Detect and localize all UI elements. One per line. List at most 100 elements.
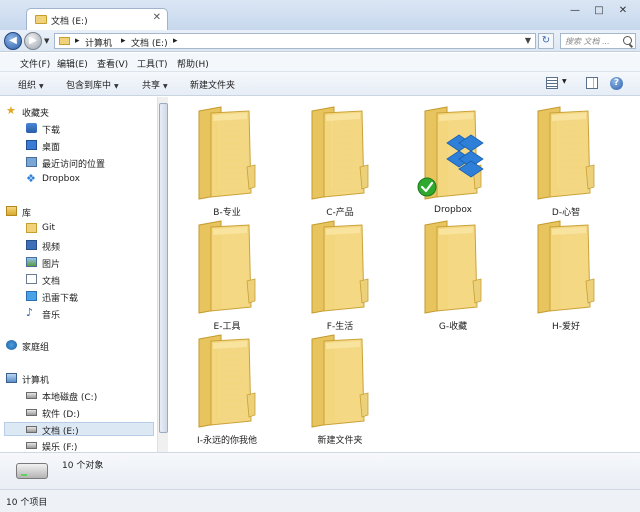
recent-places-icon	[26, 157, 37, 167]
sidebar-item-label: 软件 (D:)	[42, 410, 80, 420]
xunlei-icon	[26, 291, 37, 301]
navigation-bar: ◀ ▶ ▼ ▸ 计算机 ▸ 文档 (E:) ▸ ▼ ↻ 搜索 文档 ...	[0, 30, 640, 52]
file-list: B-专业 C-产品 Dropbox D-心智 E-工具 F-生活 G-收藏 H-爱好 I-永远的…	[169, 97, 640, 452]
download-icon	[26, 123, 37, 133]
folder-label: H-爱好	[551, 322, 580, 332]
new-folder-button[interactable]: 新建文件夹	[190, 78, 235, 91]
details-pane: 10 个对象	[0, 452, 640, 489]
include-in-library-label: 包含到库中	[66, 81, 112, 91]
menu-tools[interactable]: 工具(T)	[137, 57, 168, 70]
folder-icon	[198, 106, 256, 200]
sidebar-item-label: 图片	[42, 260, 61, 270]
computer-icon	[6, 373, 17, 383]
tab-documents-e[interactable]: 文档 (E:) ✕	[26, 8, 168, 30]
address-history-dropdown-icon[interactable]: ▼	[525, 36, 531, 45]
menu-file[interactable]: 文件(F)	[20, 57, 50, 70]
folder-icon	[424, 220, 482, 314]
back-button[interactable]: ◀	[4, 32, 22, 50]
drive-icon	[16, 463, 48, 479]
folder-icon	[537, 220, 595, 314]
folder-item[interactable]: H-爱好	[516, 215, 616, 333]
sidebar-item-label: 家庭组	[22, 343, 50, 353]
command-bar: 组织 ▼ 包含到库中 ▼ 共享 ▼ 新建文件夹 ▼ ?	[0, 72, 640, 96]
chevron-right-icon[interactable]: ▸	[173, 36, 178, 46]
include-in-library-button[interactable]: 包含到库中 ▼	[66, 78, 119, 91]
help-icon[interactable]: ?	[610, 77, 623, 90]
homegroup-icon	[6, 340, 17, 350]
folder-icon	[26, 223, 37, 233]
sidebar-item-label: 最近访问的位置	[42, 160, 106, 170]
menu-edit[interactable]: 编辑(E)	[57, 57, 88, 70]
folder-item[interactable]: G-收藏	[403, 215, 503, 333]
arrow-right-icon: ▶	[29, 35, 37, 46]
folder-label: 新建文件夹	[317, 436, 363, 446]
chevron-right-icon[interactable]: ▸	[75, 36, 80, 46]
sidebar-item-drive-e[interactable]: 文档 (E:)	[4, 422, 154, 437]
breadcrumb-computer[interactable]: 计算机	[85, 36, 112, 49]
search-placeholder: 搜索 文档 ...	[565, 37, 610, 46]
chevron-down-icon: ▼	[114, 83, 119, 90]
folder-item[interactable]: B-专业	[177, 101, 277, 219]
chevron-down-icon: ▼	[163, 83, 168, 90]
menu-help[interactable]: 帮助(H)	[177, 57, 209, 70]
library-icon	[6, 206, 17, 216]
folder-item[interactable]: C-产品	[290, 101, 390, 219]
dropbox-folder-icon	[417, 106, 484, 200]
share-button[interactable]: 共享 ▼	[142, 78, 168, 91]
folder-icon	[311, 334, 369, 428]
folder-item[interactable]: F-生活	[290, 215, 390, 333]
scrollbar-thumb[interactable]	[159, 103, 168, 433]
address-bar[interactable]: ▸ 计算机 ▸ 文档 (E:) ▸ ▼	[54, 33, 536, 49]
arrow-left-icon: ◀	[9, 35, 17, 46]
change-view-icon[interactable]	[546, 77, 558, 89]
close-window-button[interactable]: ✕	[614, 4, 632, 18]
drive-icon	[26, 409, 37, 416]
navigation-pane: ★ 收藏夹 下载 桌面 最近访问的位置 ❖ Dropbox 库 Git 视频 图…	[0, 97, 168, 453]
sidebar-item-label: 文档	[42, 277, 61, 287]
refresh-button[interactable]: ↻	[538, 33, 554, 49]
recent-pages-dropdown-icon[interactable]: ▼	[44, 37, 49, 45]
sidebar-item-label: 视频	[42, 243, 61, 253]
menu-view[interactable]: 查看(V)	[97, 57, 128, 70]
video-icon	[26, 240, 37, 250]
minimize-button[interactable]: —	[566, 4, 584, 18]
sidebar-item-label: 桌面	[42, 143, 61, 153]
folder-item[interactable]: I-永远的你我他	[177, 329, 277, 447]
folder-icon	[311, 220, 369, 314]
dropbox-icon: ❖	[26, 172, 36, 185]
folder-item[interactable]: Dropbox	[403, 101, 503, 219]
sidebar-item-label: 下载	[42, 126, 61, 136]
folder-icon	[537, 106, 595, 200]
forward-button[interactable]: ▶	[24, 32, 42, 50]
folder-icon	[59, 37, 70, 45]
title-bar: 文档 (E:) ✕ — □ ✕	[0, 0, 640, 30]
folder-icon	[311, 106, 369, 200]
breadcrumb-documents-e[interactable]: 文档 (E:)	[131, 36, 168, 49]
chevron-right-icon[interactable]: ▸	[121, 36, 126, 46]
folder-icon	[198, 220, 256, 314]
drive-icon	[26, 442, 37, 449]
preview-pane-icon[interactable]	[586, 77, 598, 89]
view-options-dropdown-icon[interactable]: ▼	[562, 78, 567, 85]
status-bar: 10 个项目	[0, 489, 640, 512]
sidebar-item-label: 计算机	[22, 376, 50, 386]
music-icon: ♪	[26, 306, 34, 319]
organize-label: 组织	[18, 81, 37, 91]
tab-title: 文档 (E:)	[51, 17, 88, 27]
folder-item[interactable]: E-工具	[177, 215, 277, 333]
share-label: 共享	[142, 81, 161, 91]
sidebar-scrollbar[interactable]	[157, 97, 168, 452]
pictures-icon	[26, 257, 37, 267]
organize-button[interactable]: 组织 ▼	[18, 78, 44, 91]
folder-item[interactable]: 新建文件夹	[290, 329, 390, 447]
search-input[interactable]: 搜索 文档 ...	[560, 33, 636, 49]
maximize-button[interactable]: □	[590, 4, 608, 18]
sidebar-item-label: 本地磁盘 (C:)	[42, 393, 98, 403]
close-tab-icon[interactable]: ✕	[153, 12, 161, 23]
desktop-icon	[26, 140, 37, 150]
folder-label: G-收藏	[438, 322, 468, 332]
refresh-icon: ↻	[541, 35, 551, 46]
documents-icon	[26, 274, 37, 284]
folder-item[interactable]: D-心智	[516, 101, 616, 219]
folder-icon	[198, 334, 256, 428]
